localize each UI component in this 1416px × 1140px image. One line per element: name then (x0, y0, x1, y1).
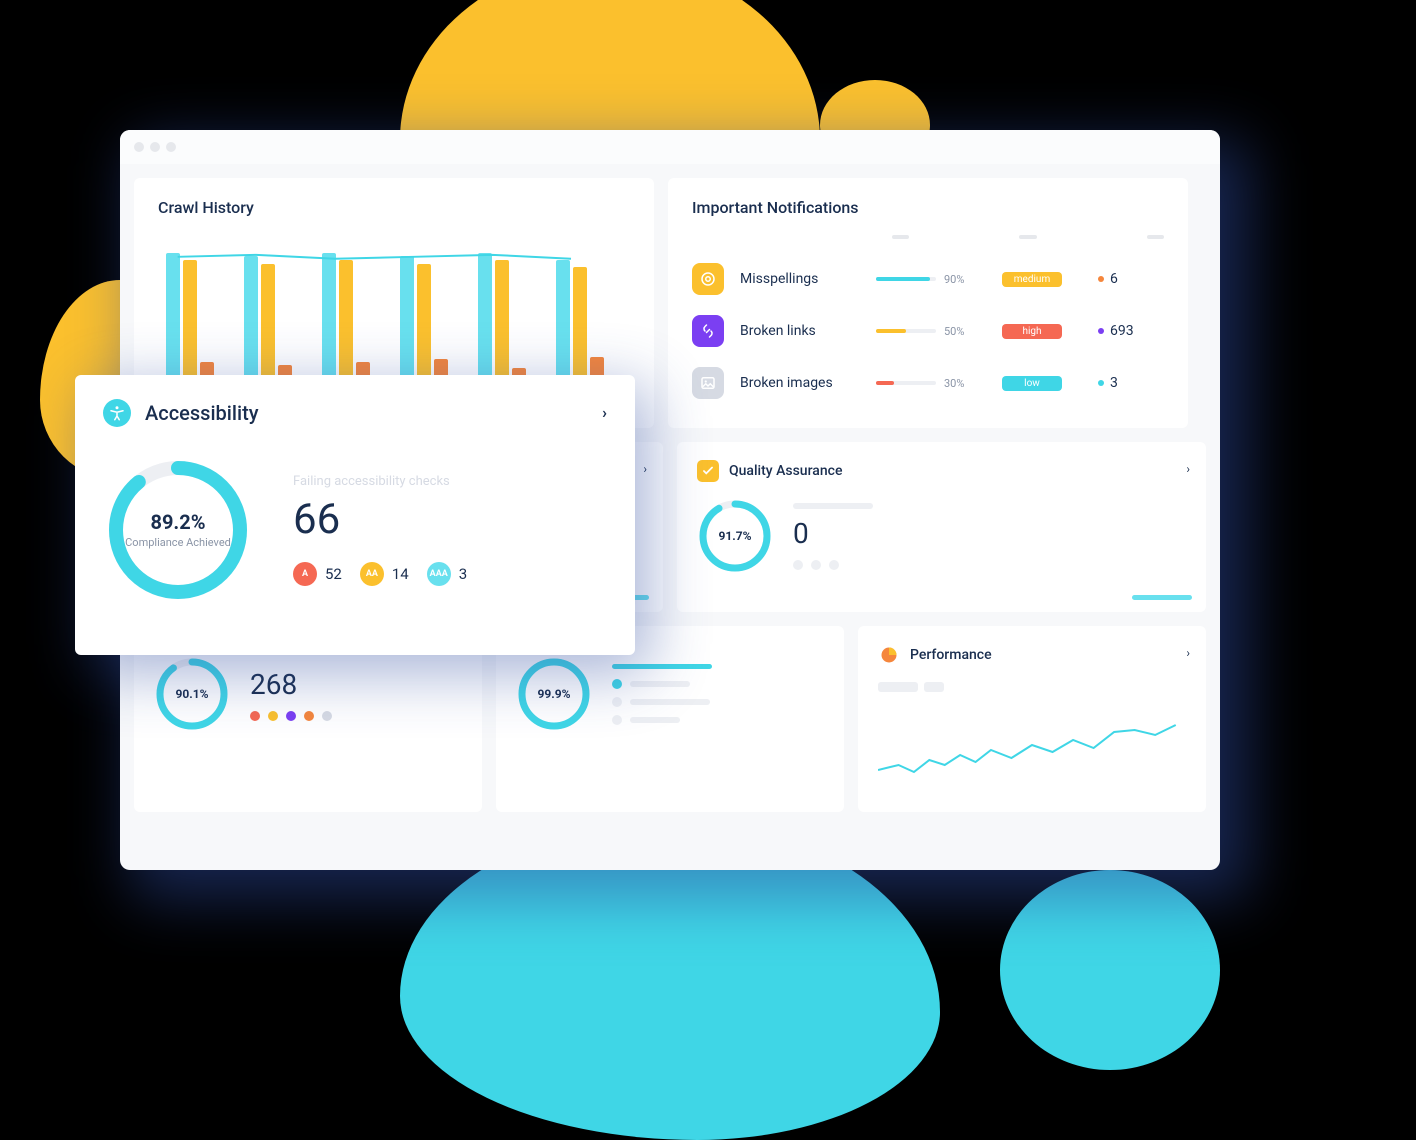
accessibility-title: Accessibility (145, 401, 259, 425)
card-title: Performance (910, 647, 992, 663)
notif-name: Broken links (740, 323, 860, 339)
notif-name: Misspellings (740, 271, 860, 287)
compliance-label: Compliance Achieved (125, 536, 231, 550)
window-dot[interactable] (150, 142, 160, 152)
severity-badge: low (1002, 376, 1062, 391)
performance-card[interactable]: Performance › (858, 626, 1206, 812)
chevron-right-icon[interactable]: › (602, 403, 607, 422)
failing-checks-label: Failing accessibility checks (293, 474, 607, 489)
accessibility-card: Accessibility › 89.2% Compliance Achieve… (75, 375, 635, 655)
titlebar (120, 130, 1220, 164)
count-value: 0 (793, 517, 1186, 550)
severity-badge: medium (1002, 272, 1062, 287)
failing-checks-count: 66 (293, 495, 607, 544)
compliance-value: 89.2% (150, 510, 205, 534)
notif-progress: 50% (876, 325, 986, 338)
accent-bar (1132, 595, 1192, 600)
quality-assurance-card[interactable]: Quality Assurance › 91.7% 0 (677, 442, 1206, 612)
decor-blob-cyan-right (1000, 870, 1220, 1070)
image-icon (692, 367, 724, 399)
crawl-history-title: Crawl History (158, 198, 630, 217)
notif-count: 3 (1098, 375, 1118, 391)
notif-name: Broken images (740, 375, 860, 391)
misspell-icon (692, 263, 724, 295)
progress-ring: 91.7% (697, 498, 773, 574)
check-icon (697, 460, 719, 482)
severity-badge: high (1002, 324, 1062, 339)
window-dot[interactable] (134, 142, 144, 152)
notification-row-broken-images[interactable]: Broken images 30% low 3 (692, 357, 1164, 409)
notifications-title: Important Notifications (692, 198, 1164, 217)
notif-col-headers (692, 235, 1164, 239)
pill-aa[interactable]: AA 14 (360, 562, 409, 586)
accessibility-icon (103, 399, 131, 427)
notif-progress: 90% (876, 273, 986, 286)
notif-count: 693 (1098, 323, 1134, 339)
notif-count: 6 (1098, 271, 1118, 287)
pill-a[interactable]: A 52 (293, 562, 342, 586)
notification-row-broken-links[interactable]: Broken links 50% high 693 (692, 305, 1164, 357)
chevron-right-icon[interactable]: › (1186, 462, 1190, 476)
performance-sparkline (878, 710, 1186, 790)
compliance-ring: 89.2% Compliance Achieved (103, 455, 253, 605)
pie-icon (878, 644, 900, 666)
notif-progress: 30% (876, 377, 986, 390)
window-dot[interactable] (166, 142, 176, 152)
notification-row-misspellings[interactable]: Misspellings 90% medium 6 (692, 253, 1164, 305)
pill-aaa[interactable]: AAA 3 (427, 562, 467, 586)
card-title: Quality Assurance (729, 463, 842, 479)
notifications-panel: Important Notifications Misspellings 90%… (668, 178, 1188, 428)
link-icon (692, 315, 724, 347)
chevron-right-icon[interactable]: › (1186, 646, 1190, 660)
